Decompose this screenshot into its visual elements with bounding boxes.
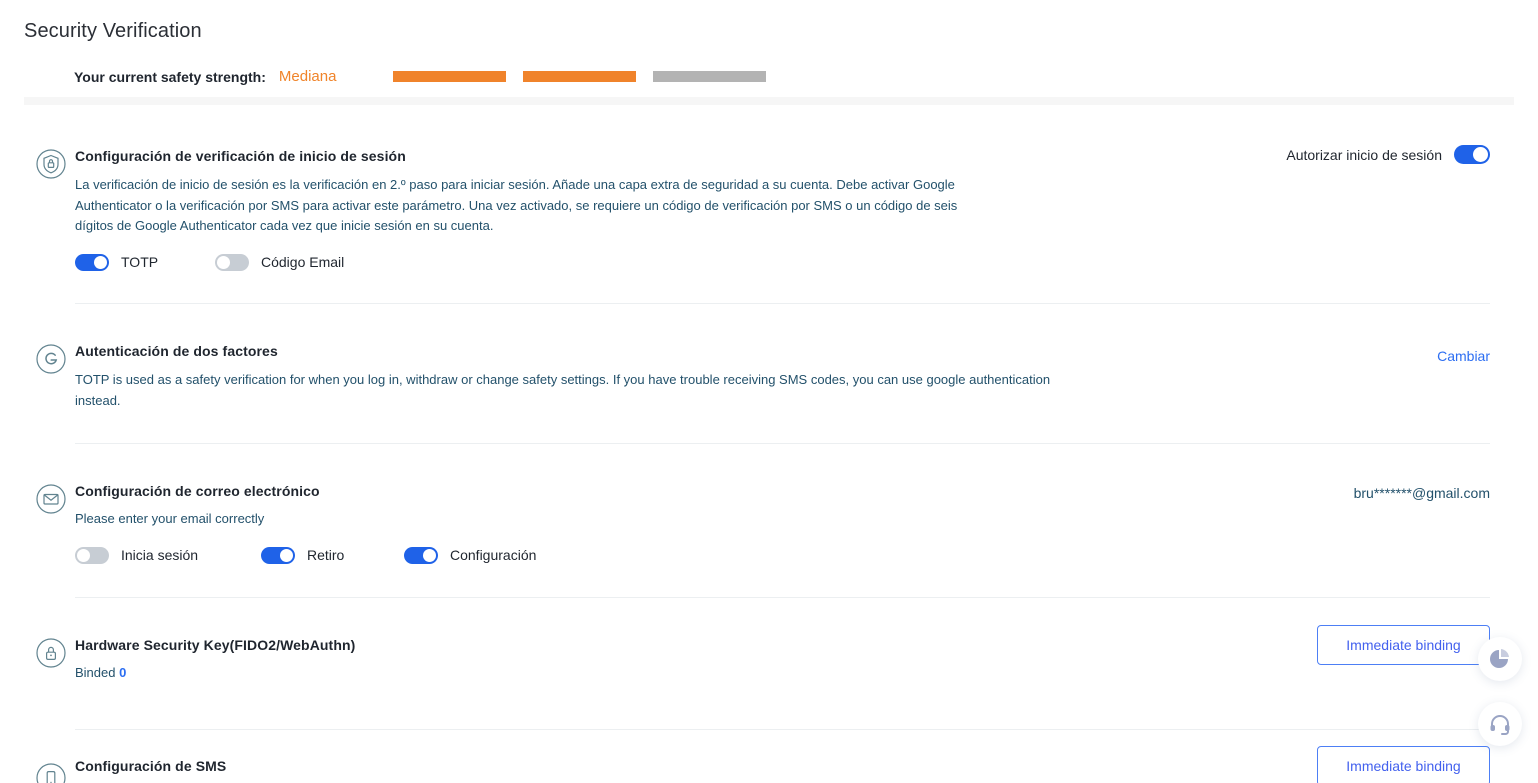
- shield-lock-icon: [35, 148, 67, 180]
- email-login-switch[interactable]: [75, 546, 109, 564]
- immediate-binding-button-sms[interactable]: Immediate binding: [1317, 746, 1490, 783]
- authorize-login-control: Autorizar inicio de sesión: [1286, 145, 1490, 164]
- toggle-item-totp[interactable]: TOTP: [75, 253, 215, 271]
- section-login-verification: Configuración de verificación de inicio …: [24, 145, 1490, 271]
- email-settings-switch[interactable]: [404, 546, 438, 564]
- section-sms-settings: Configuración de SMS Immediate binding: [24, 746, 1490, 783]
- strength-bar-2: [523, 71, 637, 82]
- change-link[interactable]: Cambiar: [1437, 348, 1490, 364]
- safety-strength-value: Mediana: [278, 68, 337, 85]
- google-g-icon: [35, 343, 67, 375]
- section-description: TOTP is used as a safety verification fo…: [75, 372, 1051, 408]
- security-verification-page: Security Verification Your current safet…: [0, 0, 1538, 783]
- safety-strength-bars: [393, 71, 783, 82]
- strength-bar-3: [653, 71, 767, 82]
- section-title: Autenticación de dos factores: [75, 343, 278, 359]
- section-title: Configuración de correo electrónico: [75, 483, 320, 499]
- login-verification-toggles: TOTP Código Email: [75, 253, 1490, 271]
- two-factor-action: Cambiar: [1437, 348, 1490, 364]
- email-withdraw-label: Retiro: [307, 547, 345, 563]
- section-body: Configuración de verificación de inicio …: [75, 145, 1490, 271]
- immediate-binding-button-hardware[interactable]: Immediate binding: [1317, 625, 1490, 665]
- section-two-factor: Autenticación de dos factores TOTP is us…: [24, 343, 1490, 411]
- totp-switch[interactable]: [75, 253, 109, 271]
- toggle-item-login[interactable]: Inicia sesión: [75, 546, 261, 564]
- section-description: La verificación de inicio de sesión es l…: [75, 177, 958, 233]
- totp-label: TOTP: [121, 254, 159, 270]
- section-divider-3: [75, 597, 1490, 598]
- header-divider: [24, 97, 1514, 105]
- email-login-label: Inicia sesión: [121, 547, 199, 563]
- email-settings-label: Configuración: [450, 547, 537, 563]
- padlock-icon: [35, 637, 67, 669]
- binded-label: Binded: [75, 665, 116, 680]
- toggle-item-email-code[interactable]: Código Email: [215, 253, 345, 271]
- section-hardware-key: Hardware Security Key(FIDO2/WebAuthn) Bi…: [24, 625, 1490, 680]
- section-body: Configuración de SMS Immediate binding: [75, 746, 1490, 783]
- headset-icon: [1488, 712, 1512, 736]
- section-divider-4: [75, 729, 1490, 730]
- binded-count: 0: [119, 665, 127, 680]
- section-title: Configuración de verificación de inicio …: [75, 148, 406, 164]
- authorize-login-label: Autorizar inicio de sesión: [1286, 146, 1442, 163]
- chart-icon: [1488, 647, 1512, 671]
- email-code-label: Código Email: [261, 254, 345, 270]
- support-icon-button[interactable]: [1478, 702, 1522, 746]
- email-code-switch[interactable]: [215, 253, 249, 271]
- section-divider-2: [75, 443, 1490, 444]
- section-description: Please enter your email correctly: [75, 511, 265, 526]
- section-title: Hardware Security Key(FIDO2/WebAuthn): [75, 637, 356, 653]
- chart-icon-button[interactable]: [1478, 637, 1522, 681]
- safety-strength-label: Your current safety strength:: [74, 68, 266, 85]
- binded-count-row: Binded 0: [75, 665, 1490, 680]
- envelope-icon: [35, 483, 67, 515]
- hardware-key-action: Immediate binding: [1317, 625, 1490, 665]
- section-body: Autenticación de dos factores TOTP is us…: [75, 343, 1490, 411]
- section-divider-1: [75, 303, 1490, 304]
- masked-email: bru*******@gmail.com: [1353, 485, 1490, 501]
- sms-action: Immediate binding: [1317, 746, 1490, 783]
- authorize-login-switch[interactable]: [1454, 145, 1490, 164]
- page-title: Security Verification: [24, 20, 202, 42]
- strength-bar-1: [393, 71, 507, 82]
- section-email-settings: Configuración de correo electrónico Plea…: [24, 483, 1490, 564]
- section-title: Configuración de SMS: [75, 758, 227, 774]
- safety-strength-row: Your current safety strength: Mediana: [74, 68, 783, 85]
- mobile-phone-icon: [35, 762, 67, 783]
- section-body: Configuración de correo electrónico Plea…: [75, 483, 1490, 564]
- section-body: Hardware Security Key(FIDO2/WebAuthn) Bi…: [75, 625, 1490, 680]
- toggle-item-withdraw[interactable]: Retiro: [261, 546, 404, 564]
- toggle-item-settings[interactable]: Configuración: [404, 546, 537, 564]
- masked-email-slot: bru*******@gmail.com: [1354, 485, 1490, 501]
- email-settings-toggles: Inicia sesión Retiro Configuración: [75, 546, 1490, 564]
- email-withdraw-switch[interactable]: [261, 546, 295, 564]
